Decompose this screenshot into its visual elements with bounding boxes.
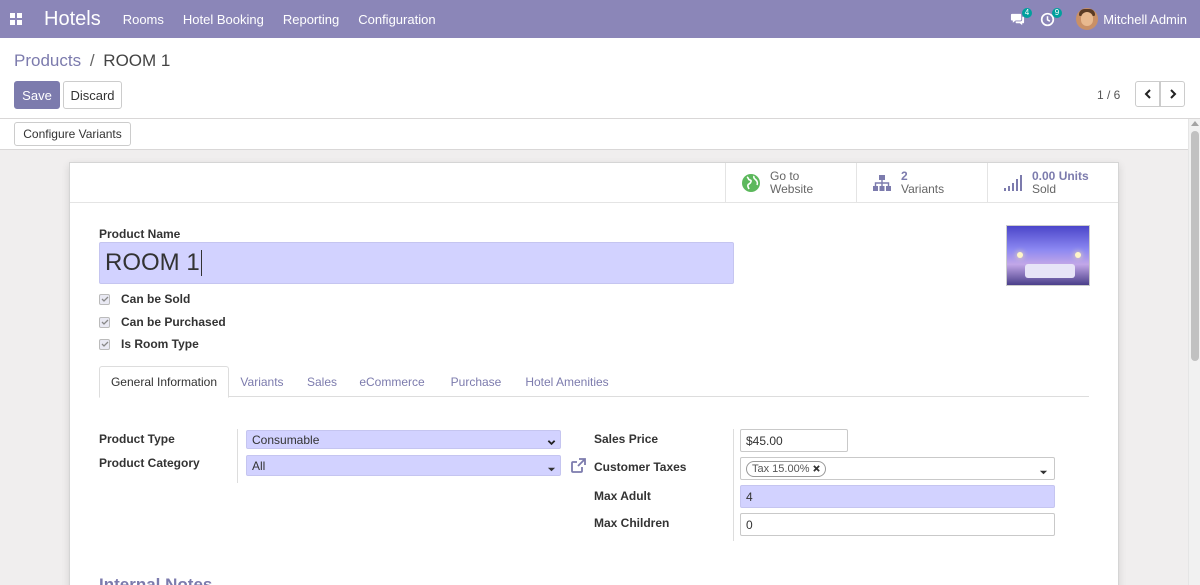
pager-next-button[interactable]	[1160, 81, 1185, 107]
app-brand[interactable]: Hotels	[44, 8, 101, 31]
product-type-select[interactable]: Consumable	[246, 430, 561, 449]
chevron-right-icon	[1169, 89, 1176, 99]
product-type-label: Product Type	[99, 432, 175, 446]
smart-button-box: Go to Website 2 Variants 0.00 Units Sold	[70, 163, 1118, 203]
internal-notes-heading: Internal Notes	[99, 575, 213, 585]
right-group-separator	[733, 429, 734, 541]
menu-reporting[interactable]: Reporting	[283, 12, 339, 27]
globe-icon	[742, 174, 760, 192]
units-sold-stat-label: Sold	[1032, 182, 1057, 196]
tax-tag: Tax 15.00%	[746, 460, 827, 477]
signal-bars-icon	[1004, 175, 1022, 191]
can-be-purchased-label: Can be Purchased	[121, 315, 226, 329]
website-stat-label: Website	[770, 182, 814, 196]
tab-sales[interactable]: Sales	[297, 366, 347, 397]
max-adult-label: Max Adult	[594, 489, 651, 503]
user-menu-name[interactable]: Mitchell Admin	[1103, 12, 1187, 27]
max-adult-value: 4	[746, 489, 753, 504]
product-name-label: Product Name	[99, 227, 181, 241]
breadcrumb-products-link[interactable]: Products	[14, 51, 81, 70]
configure-variants-button[interactable]: Configure Variants	[14, 122, 131, 146]
sales-price-label: Sales Price	[594, 432, 659, 446]
tab-general-information[interactable]: General Information	[99, 366, 229, 398]
max-adult-input[interactable]: 4	[740, 485, 1055, 508]
customer-taxes-label: Customer Taxes	[594, 460, 687, 474]
max-children-value: 0	[746, 517, 753, 532]
product-type-value: Consumable	[252, 432, 320, 447]
sales-price-value: $45.00	[746, 433, 783, 448]
menu-hotel-booking[interactable]: Hotel Booking	[183, 12, 264, 27]
can-be-purchased-row: Can be Purchased	[99, 315, 226, 329]
can-be-sold-label: Can be Sold	[121, 292, 191, 306]
product-category-label: Product Category	[99, 456, 200, 470]
tax-tag-label: Tax 15.00%	[752, 462, 810, 475]
tab-hotel-amenities[interactable]: Hotel Amenities	[517, 366, 617, 397]
can-be-sold-row: Can be Sold	[99, 292, 190, 306]
breadcrumb-separator: /	[89, 51, 95, 70]
is-room-type-row: Is Room Type	[99, 337, 199, 351]
sales-price-input[interactable]: $45.00	[740, 429, 848, 452]
checkmark-icon	[101, 341, 108, 347]
pager-previous-button[interactable]	[1135, 81, 1160, 107]
scroll-up-arrow-icon[interactable]	[1191, 121, 1199, 126]
chevron-left-icon	[1144, 89, 1151, 99]
caret-down-icon	[547, 467, 556, 472]
activities-button[interactable]: 9	[1032, 0, 1063, 38]
form-statusbar: Configure Variants	[0, 119, 1188, 150]
product-image[interactable]	[1006, 225, 1090, 286]
breadcrumb: Products / ROOM 1	[14, 51, 170, 71]
go-to-website-button[interactable]: Go to Website	[725, 163, 856, 203]
variants-stat-label: Variants	[901, 182, 945, 196]
product-category-value: All	[252, 458, 266, 473]
menu-configuration[interactable]: Configuration	[358, 12, 435, 27]
is-room-type-checkbox[interactable]	[99, 338, 110, 350]
control-panel: Products / ROOM 1 Save Discard 1 / 6	[0, 38, 1200, 119]
customer-taxes-field[interactable]: Tax 15.00%	[740, 457, 1055, 480]
product-name-input[interactable]: ROOM 1	[99, 242, 734, 284]
save-button[interactable]: Save	[14, 81, 60, 109]
external-link-icon	[571, 458, 586, 473]
checkmark-icon	[101, 319, 108, 325]
user-avatar[interactable]	[1076, 8, 1099, 30]
tab-purchase[interactable]: Purchase	[441, 366, 511, 397]
can-be-sold-checkbox[interactable]	[99, 293, 110, 305]
product-name-value: ROOM 1	[105, 249, 200, 276]
activities-count-badge: 9	[1051, 8, 1063, 18]
page-scrollbar[interactable]	[1188, 119, 1200, 585]
left-group-separator	[237, 429, 238, 483]
caret-down-icon	[1039, 470, 1048, 475]
sitemap-icon	[873, 175, 891, 191]
top-navbar: Hotels Rooms Hotel Booking Reporting Con…	[0, 0, 1200, 38]
breadcrumb-current: ROOM 1	[103, 51, 171, 70]
scrollbar-thumb[interactable]	[1191, 131, 1199, 361]
is-room-type-label: Is Room Type	[121, 337, 199, 351]
tab-variants[interactable]: Variants	[231, 366, 293, 397]
can-be-purchased-checkbox[interactable]	[99, 316, 110, 328]
max-children-label: Max Children	[594, 516, 670, 530]
open-category-external-button[interactable]	[570, 457, 588, 475]
units-sold-stat-button[interactable]: 0.00 Units Sold	[987, 163, 1118, 203]
text-cursor	[200, 250, 202, 276]
apps-menu-icon[interactable]	[2, 0, 30, 38]
form-sheet: Go to Website 2 Variants 0.00 Units Sold…	[69, 162, 1119, 585]
max-children-input[interactable]: 0	[740, 513, 1055, 536]
messaging-button[interactable]: 4	[1002, 0, 1033, 38]
discard-button[interactable]: Discard	[63, 81, 122, 109]
messages-count-badge: 4	[1021, 8, 1033, 18]
checkmark-icon	[101, 296, 108, 302]
chevron-down-icon	[547, 440, 556, 446]
product-category-select[interactable]: All	[246, 455, 561, 476]
notebook-tabs: General Information Variants Sales eComm…	[99, 366, 1089, 398]
tab-ecommerce[interactable]: eCommerce	[352, 366, 432, 397]
variants-stat-button[interactable]: 2 Variants	[856, 163, 987, 203]
pager-value[interactable]: 1 / 6	[1097, 88, 1120, 102]
menu-rooms[interactable]: Rooms	[123, 12, 164, 27]
remove-tag-icon[interactable]	[813, 465, 821, 472]
